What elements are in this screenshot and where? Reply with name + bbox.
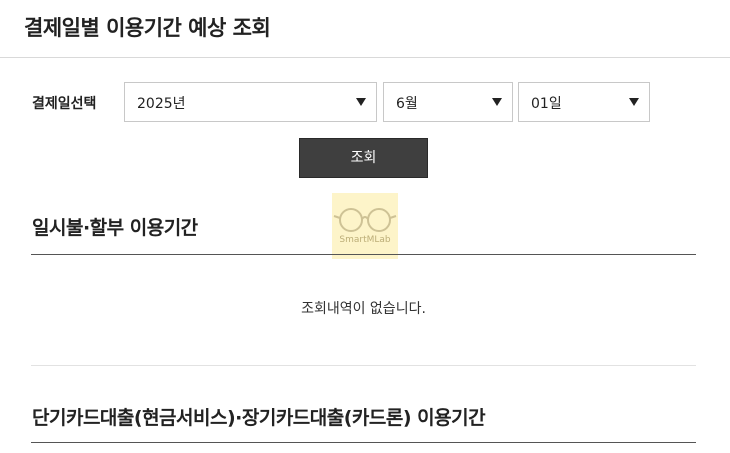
dropdown-arrow-icon [492, 98, 502, 106]
page-title: 결제일별 이용기간 예상 조회 [24, 16, 271, 40]
watermark-text: SmartMLab [339, 235, 391, 245]
dropdown-arrow-icon [629, 98, 639, 106]
day-select[interactable]: 01일 [518, 82, 650, 122]
month-select[interactable]: 6월 [383, 82, 513, 122]
day-select-value: 01일 [531, 96, 562, 112]
month-select-value: 6월 [396, 96, 418, 112]
query-button[interactable]: 조회 [299, 138, 428, 178]
page-header: 결제일별 이용기간 예상 조회 [0, 0, 730, 58]
dropdown-arrow-icon [356, 98, 366, 106]
section-divider [31, 254, 696, 255]
date-select-row: 결제일선택 2025년 6월 01일 [0, 82, 730, 124]
year-select[interactable]: 2025년 [124, 82, 377, 122]
empty-result-message: 조회내역이 없습니다. [301, 301, 426, 317]
installment-section-title: 일시불·할부 이용기간 [32, 217, 198, 239]
glasses-icon [333, 208, 397, 232]
watermark-logo: SmartMLab [332, 193, 398, 259]
card-loan-section-title: 단기카드대출(현금서비스)·장기카드대출(카드론) 이용기간 [32, 407, 486, 429]
date-select-label: 결제일선택 [32, 96, 97, 112]
year-select-value: 2025년 [137, 96, 186, 112]
section-divider [31, 442, 696, 443]
section-bottom-divider [31, 365, 696, 366]
